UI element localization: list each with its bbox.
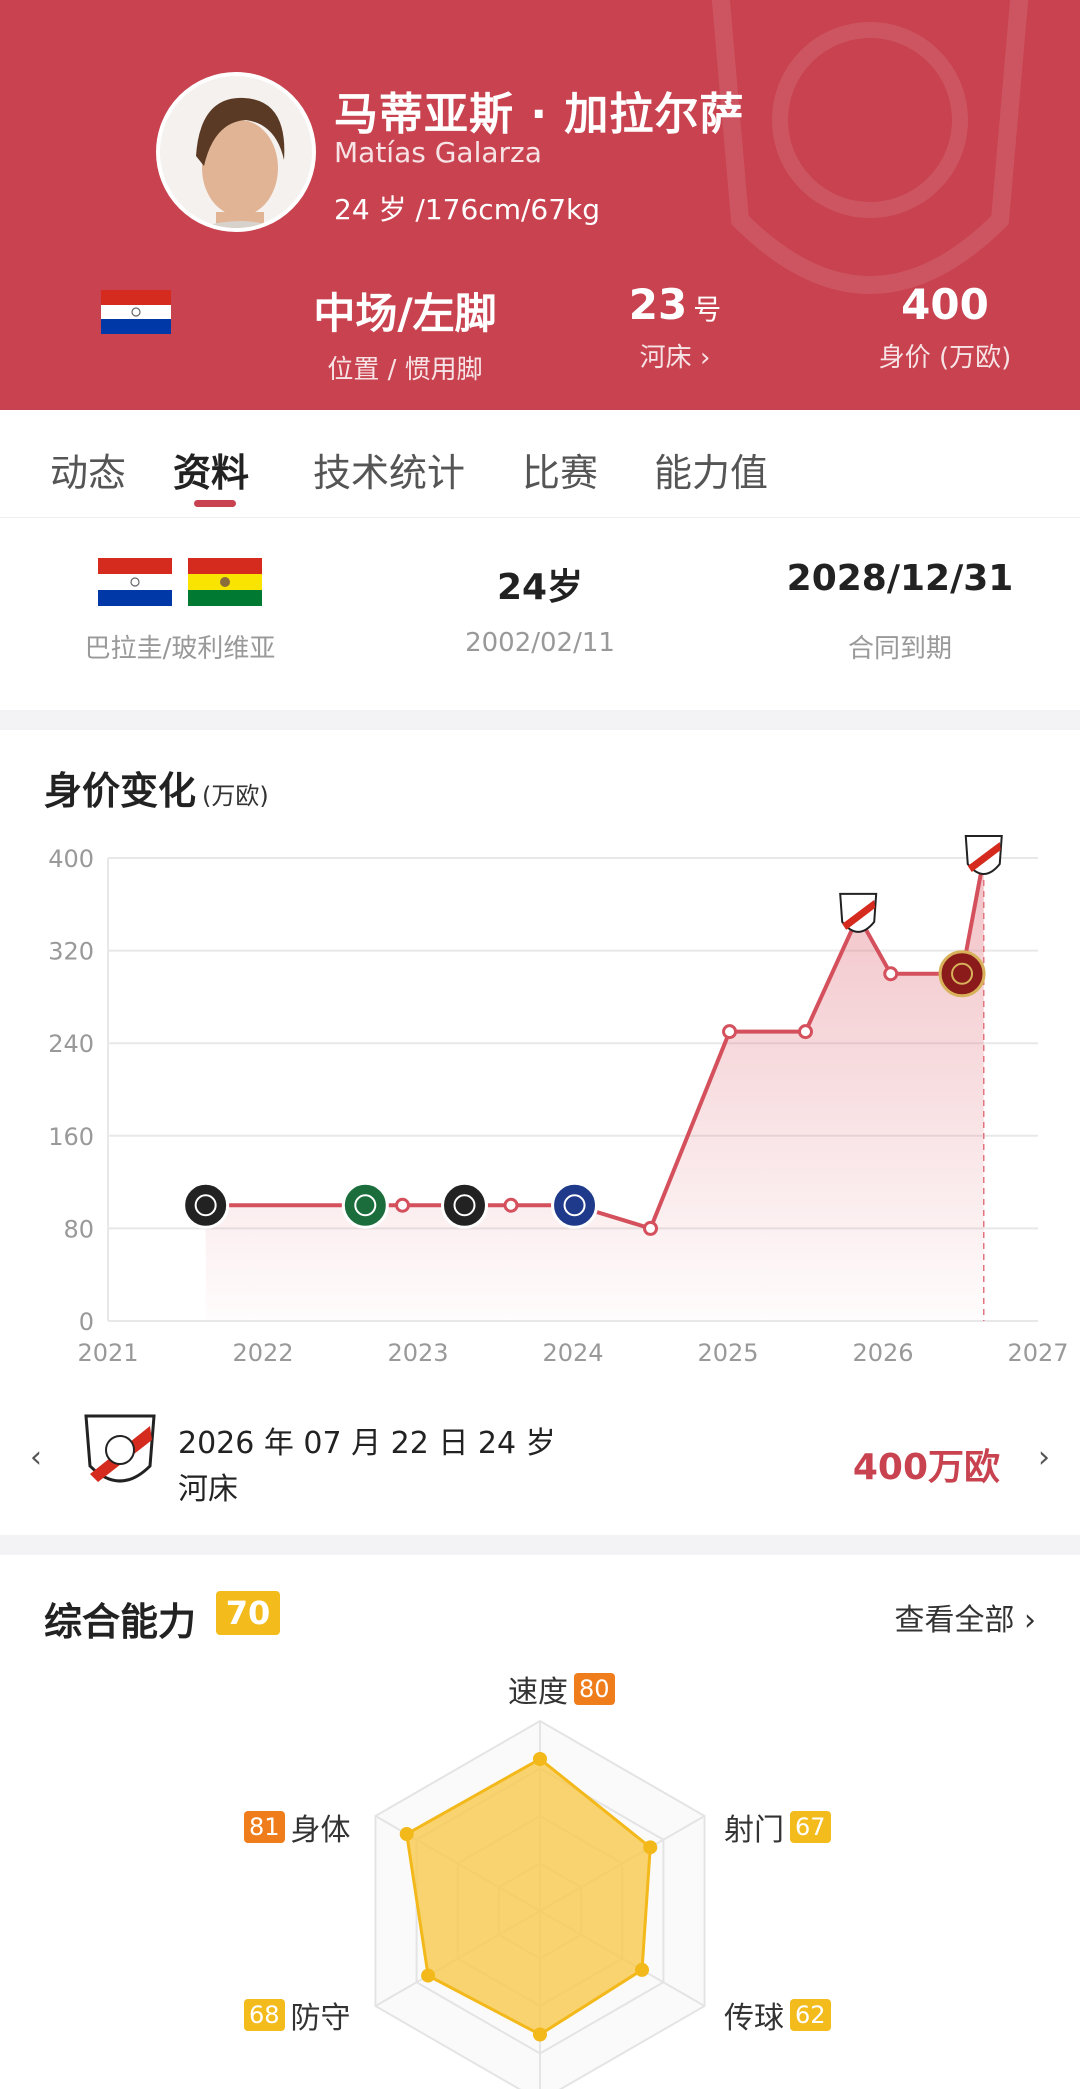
attr-defense: 68 防守: [244, 1993, 351, 2037]
player-avatar: [156, 72, 316, 232]
player-name-en: Matías Galarza: [334, 136, 542, 169]
attr-shooting: 射门 67: [724, 1805, 831, 1849]
river-plate-logo-icon: [84, 1414, 156, 1483]
contract-end-value: 2028/12/31: [786, 558, 1014, 599]
x-tick-label: 2027: [1007, 1339, 1068, 1367]
data-point: [395, 1197, 410, 1213]
x-tick-label: 2025: [697, 1339, 758, 1367]
shirt-number: 23: [628, 280, 688, 329]
y-tick-label: 320: [48, 938, 94, 966]
paraguay-flag-icon: [98, 558, 172, 606]
market-value: 400: [901, 280, 989, 329]
talleres-badge-icon: [551, 1181, 599, 1229]
position-label: 位置 / 惯用脚: [327, 355, 483, 385]
attr-physical-value: 81: [244, 1811, 285, 1843]
y-tick-label: 80: [63, 1215, 94, 1243]
selected-point-row: ‹ 2026 年 07 月 22 日 24 岁 河床 400万欧 ›: [0, 1400, 1080, 1520]
attr-passing: 传球 62: [724, 1993, 831, 2037]
attr-speed-value: 80: [574, 1673, 615, 1705]
river-badge-icon: [839, 892, 878, 933]
player-bio: 24 岁 /176cm/67kg: [334, 193, 601, 226]
tab-matches[interactable]: 比赛: [522, 442, 598, 497]
radar-point: [399, 1827, 414, 1842]
chevron-right-icon: ›: [699, 343, 711, 373]
attr-passing-value: 62: [790, 1999, 831, 2031]
data-point: [722, 1024, 738, 1040]
attr-defense-value: 68: [244, 1999, 285, 2031]
tab-dynamics[interactable]: 动态: [50, 442, 126, 497]
nationality-label: 巴拉圭/玻利维亚: [84, 634, 276, 664]
x-tick-label: 2022: [232, 1339, 293, 1367]
age-col: 24岁 2002/02/11: [400, 558, 680, 658]
basic-info: 巴拉圭/玻利维亚 24岁 2002/02/11 2028/12/31 合同到期: [0, 518, 1080, 710]
market-value-stat: 400 身价 (万欧): [850, 280, 1040, 374]
radar-point: [643, 1840, 658, 1855]
shirt-number-suffix: 号: [693, 293, 722, 326]
club-link[interactable]: 河床: [640, 343, 692, 373]
y-tick-label: 400: [48, 845, 94, 873]
position-value: 中场/左脚: [313, 289, 497, 338]
coritiba-badge-icon: [341, 1181, 389, 1229]
profile-tabs: 动态 资料 技术统计 比赛 能力值: [0, 410, 1080, 518]
y-tick-label: 160: [48, 1123, 94, 1151]
selected-club: 河床: [178, 1472, 238, 1507]
radar-point: [635, 1962, 650, 1977]
badge-circle: [551, 1181, 599, 1229]
tab-ability[interactable]: 能力值: [654, 442, 768, 497]
atlanta-badge-icon: [938, 950, 986, 998]
y-tick-label: 240: [48, 1030, 94, 1058]
badge-circle: [182, 1181, 230, 1229]
active-tab-indicator: [194, 500, 236, 507]
badge-circle: [441, 1181, 488, 1229]
next-point-icon[interactable]: ›: [1038, 1440, 1050, 1475]
birthdate-label: 2002/02/11: [465, 628, 615, 658]
vasco-badge-icon: [441, 1181, 488, 1229]
player-name-cn: 马蒂亚斯 · 加拉尔萨: [334, 89, 745, 140]
player-header: 马蒂亚斯 · 加拉尔萨 Matías Galarza 24 岁 /176cm/6…: [0, 0, 1080, 410]
radar-point: [421, 1968, 436, 1983]
market-value-chart[interactable]: 0 80 160 240 320 400 2021 2022 2023 2024 2025 2026 2…: [0, 730, 1080, 1380]
olimpia-badge-icon: [182, 1181, 230, 1229]
x-tick-label: 2021: [77, 1339, 138, 1367]
position-stat: 中场/左脚 位置 / 惯用脚: [300, 280, 510, 386]
radar-point: [533, 1752, 547, 1766]
prev-point-icon[interactable]: ‹: [30, 1440, 42, 1475]
x-tick-label: 2026: [852, 1339, 913, 1367]
data-point: [798, 1024, 813, 1040]
contract-col: 2028/12/31 合同到期: [760, 558, 1040, 665]
x-tick-label: 2024: [542, 1339, 603, 1367]
market-value-label: 身价 (万欧): [878, 343, 1012, 373]
attr-speed-label: 速度: [508, 1675, 568, 1710]
data-point: [643, 1220, 658, 1236]
badge-circle: [341, 1181, 389, 1229]
data-point: [883, 966, 899, 982]
shirt-number-stat[interactable]: 23 号 河床 ›: [590, 280, 760, 374]
attr-shooting-label: 射门: [724, 1813, 784, 1848]
radar-point: [533, 2027, 547, 2042]
selected-date: 2026 年 07 月 22 日 24 岁: [178, 1426, 556, 1461]
attr-physical: 81 身体: [244, 1805, 351, 1849]
attr-physical-label: 身体: [290, 1813, 351, 1848]
attr-speed: 速度 80: [508, 1667, 615, 1711]
nationality-col: 巴拉圭/玻利维亚: [40, 558, 320, 665]
header-stats: 中场/左脚 位置 / 惯用脚 23 号 河床 › 400 身价 (万欧): [0, 280, 1080, 390]
attr-passing-label: 传球: [724, 2001, 784, 2036]
ability-card: 综合能力 70 查看全部 › 速度 80 射门 67 传球 62 68 防守 8…: [0, 1555, 1080, 2089]
age-value: 24岁: [496, 567, 584, 608]
attr-defense-label: 防守: [290, 2001, 351, 2036]
y-tick-label: 0: [79, 1308, 94, 1336]
attr-shooting-value: 67: [790, 1811, 831, 1843]
river-badge-icon: [964, 835, 1003, 875]
tab-profile[interactable]: 资料: [173, 442, 249, 497]
x-tick-label: 2023: [387, 1339, 448, 1367]
data-point: [503, 1197, 519, 1213]
paraguay-flag-icon: [101, 290, 171, 334]
badge-circle: [938, 950, 986, 998]
market-value-card: 身价变化 (万欧) 0 80 160 240 320 400 2021 2022 2023 2024…: [0, 730, 1080, 1535]
tab-tech-stats[interactable]: 技术统计: [313, 442, 465, 497]
contract-label: 合同到期: [847, 634, 952, 664]
selected-value: 400万欧: [852, 1447, 1000, 1488]
ability-radar-chart: [374, 1719, 706, 2089]
bolivia-flag-icon: [188, 558, 262, 606]
